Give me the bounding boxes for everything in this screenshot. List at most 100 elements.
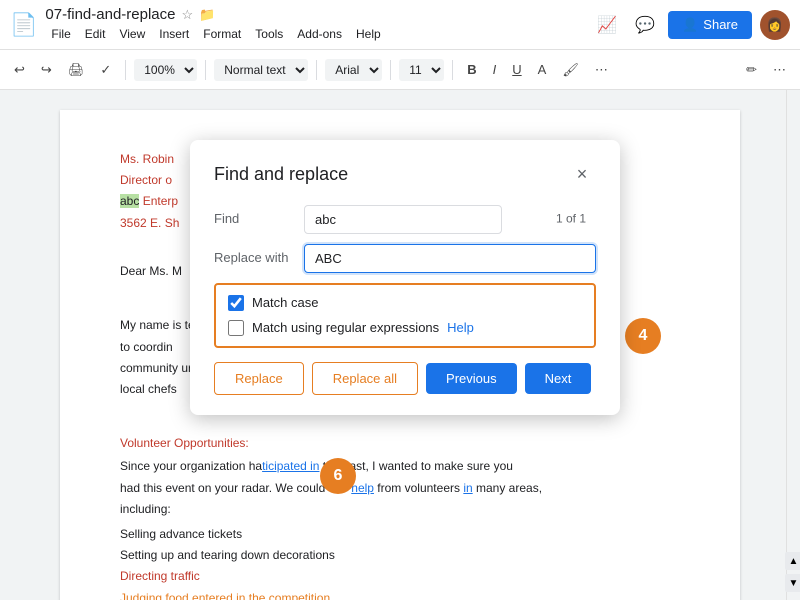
menu-addons[interactable]: Add-ons: [291, 25, 348, 43]
menu-format[interactable]: Format: [197, 25, 247, 43]
menu-bar: File Edit View Insert Format Tools Add-o…: [45, 25, 584, 43]
doc-line-13: Volunteer Opportunities:: [120, 434, 680, 453]
menu-help[interactable]: Help: [350, 25, 387, 43]
share-icon: 👤: [682, 17, 698, 33]
options-box: Match case Match using regular expressio…: [214, 283, 596, 349]
more-button[interactable]: ⋯: [767, 59, 792, 81]
italic-button[interactable]: I: [487, 59, 503, 80]
callout-6: 6: [320, 458, 356, 494]
doc-line-18: Setting up and tearing down decorations: [120, 546, 680, 565]
bold-button[interactable]: B: [461, 59, 482, 80]
doc-text-decorations: Setting up and tearing down decorations: [120, 548, 335, 562]
doc-text-judging: Judging food entered in the competition: [120, 591, 330, 600]
doc-text-in: in: [463, 481, 472, 495]
top-bar: 📄 07-find-and-replace ☆ 📁 File Edit View…: [0, 0, 800, 50]
font-select[interactable]: Arial: [325, 59, 382, 81]
share-label: Share: [703, 17, 738, 32]
doc-text-community: community ure: [120, 361, 199, 375]
find-row: Find 1 of 1: [214, 205, 596, 234]
doc-line-14: Since your organization haticipated in t…: [120, 457, 680, 476]
font-size-select[interactable]: 11: [399, 59, 444, 81]
zoom-select[interactable]: 100%: [134, 59, 197, 81]
find-count: 1 of 1: [556, 210, 586, 229]
match-case-row[interactable]: Match case: [228, 293, 582, 314]
analytics-icon[interactable]: 📈: [592, 10, 622, 40]
callout-4-label: 4: [639, 323, 648, 349]
help-link[interactable]: Help: [447, 318, 474, 339]
doc-text-enterp: Enterp: [143, 194, 178, 208]
doc-text-3562: 3562 E. Sh: [120, 216, 179, 230]
replace-all-button[interactable]: Replace all: [312, 362, 418, 395]
top-right: 📈 💬 👤 Share 👩: [592, 10, 790, 40]
print-button[interactable]: 🖨: [62, 59, 91, 81]
doc-text-director: Director o: [120, 173, 172, 187]
menu-edit[interactable]: Edit: [79, 25, 112, 43]
text-color-button[interactable]: A: [532, 59, 553, 80]
style-select[interactable]: Normal text: [214, 59, 308, 81]
menu-insert[interactable]: Insert: [153, 25, 195, 43]
dialog-close-button[interactable]: ×: [568, 160, 596, 188]
toolbar: ↩ ↪ 🖨 ✓ 100% Normal text Arial 11 B I U …: [0, 50, 800, 90]
highlight-button[interactable]: 🖌: [556, 59, 585, 81]
scroll-up-arrow[interactable]: ▲: [785, 552, 800, 570]
underline-button[interactable]: U: [506, 59, 527, 80]
doc-text-ms-robin: Ms. Robin: [120, 152, 174, 166]
replace-button[interactable]: Replace: [214, 362, 304, 395]
folder-icon[interactable]: 📁: [199, 7, 215, 23]
avatar[interactable]: 👩: [760, 10, 790, 40]
doc-text-many: many areas,: [473, 481, 542, 495]
redo-button[interactable]: ↪: [35, 59, 58, 81]
comments-icon[interactable]: 💬: [630, 10, 660, 40]
dialog-title: Find and replace: [214, 160, 348, 189]
menu-file[interactable]: File: [45, 25, 76, 43]
doc-text-from: from volunteers: [374, 481, 463, 495]
callout-6-label: 6: [334, 463, 343, 489]
menu-tools[interactable]: Tools: [249, 25, 289, 43]
doc-title-text: 07-find-and-replace: [45, 6, 175, 23]
doc-text-tickets: Selling advance tickets: [120, 527, 242, 541]
scrollbar-area: ▲ ▼: [786, 90, 800, 600]
doc-text-localchefs: local chefs: [120, 382, 177, 396]
find-replace-dialog: Find and replace × Find 1 of 1 Replace w…: [190, 140, 620, 415]
doc-text-dear: Dear Ms. M: [120, 264, 182, 278]
menu-view[interactable]: View: [113, 25, 151, 43]
google-docs-icon: 📄: [10, 12, 37, 38]
doc-title-area: 07-find-and-replace ☆ 📁 File Edit View I…: [45, 6, 584, 43]
replace-row: Replace with: [214, 244, 596, 273]
undo-button[interactable]: ↩: [8, 59, 31, 81]
doc-line-19: Directing traffic: [120, 567, 680, 586]
scroll-down-arrow[interactable]: ▼: [785, 574, 800, 592]
star-icon[interactable]: ☆: [181, 7, 193, 23]
doc-text-including: including:: [120, 502, 171, 516]
doc-line-20: Judging food entered in the competition: [120, 589, 680, 600]
doc-line-15: had this event on your radar. We could u…: [120, 479, 680, 498]
replace-input[interactable]: [304, 244, 596, 273]
doc-text-radar: had this event on your radar. We could u…: [120, 481, 351, 495]
doc-line-16: including:: [120, 500, 680, 519]
doc-title-row: 07-find-and-replace ☆ 📁: [45, 6, 584, 23]
toolbar-sep-1: [125, 60, 126, 80]
dialog-header: Find and replace ×: [214, 160, 596, 189]
share-button[interactable]: 👤 Share: [668, 11, 752, 39]
more-format-button[interactable]: ⋯: [589, 59, 614, 81]
regex-label: Match using regular expressions: [252, 318, 439, 339]
toolbar-sep-3: [316, 60, 317, 80]
next-button[interactable]: Next: [525, 363, 592, 394]
spellcheck-button[interactable]: ✓: [94, 59, 117, 81]
doc-text-coordinate: to coordin: [120, 340, 173, 354]
find-input[interactable]: [304, 205, 502, 234]
doc-text-since: Since your organization ha: [120, 459, 262, 473]
previous-button[interactable]: Previous: [426, 363, 517, 394]
regex-row[interactable]: Match using regular expressions Help: [228, 318, 582, 339]
doc-area: Ms. Robin Director o abc Enterp 3562 E. …: [0, 90, 800, 600]
find-label: Find: [214, 209, 304, 230]
regex-checkbox[interactable]: [228, 320, 244, 336]
match-case-checkbox[interactable]: [228, 295, 244, 311]
toolbar-sep-2: [205, 60, 206, 80]
doc-text-volunteer-header: Volunteer Opportunities:: [120, 436, 249, 450]
toolbar-sep-5: [452, 60, 453, 80]
doc-text-abc-highlight: abc: [120, 194, 139, 208]
toolbar-sep-4: [390, 60, 391, 80]
doc-page: Ms. Robin Director o abc Enterp 3562 E. …: [60, 110, 740, 600]
edit-mode-button[interactable]: ✏: [740, 59, 763, 81]
